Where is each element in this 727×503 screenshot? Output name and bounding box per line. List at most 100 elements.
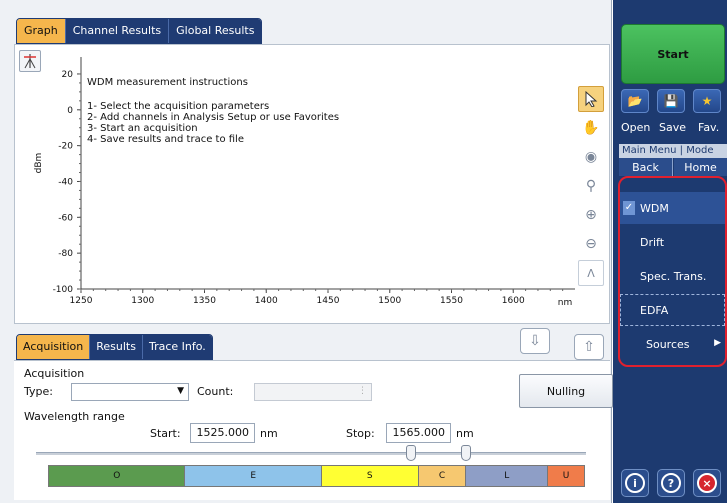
zoom-horizontal-icon: ◉ [584, 149, 598, 165]
count-label: Count: [197, 385, 234, 398]
x-tick-label: 1550 [440, 296, 463, 306]
nulling-button[interactable]: Nulling [519, 374, 613, 408]
exit-button[interactable]: × [693, 469, 721, 497]
zoom-in-button[interactable]: ⊕ [578, 202, 604, 228]
graph-panel: 20 0 -20 -40 -60 -80 -100 1250 1300 1350 1400 1450 1… [14, 44, 610, 324]
close-icon: × [697, 473, 717, 493]
spectrum-chart: 20 0 -20 -40 -60 -80 -1001250 1300 1350 1400 1450 1… [34, 57, 575, 308]
menu-item-wdm[interactable]: ✓ WDM [620, 192, 725, 224]
floppy-icon: 💾 [663, 94, 679, 108]
x-tick-label: 1400 [255, 296, 278, 306]
info-icon: i [625, 473, 645, 493]
stop-wavelength-input[interactable]: 1565.000 [386, 423, 451, 443]
x-tick-label: 1350 [193, 296, 216, 306]
y-axis-label: dBm [34, 153, 44, 174]
type-select[interactable]: ▼ [71, 383, 189, 401]
hand-icon: ✋ [582, 120, 600, 136]
instructions-title: WDM measurement instructions [87, 77, 248, 88]
back-button[interactable]: Back [619, 158, 673, 176]
menu-item-label: Drift [640, 235, 665, 249]
menu-item-label: Spec. Trans. [640, 269, 707, 283]
peak-icon: Λ [587, 266, 595, 280]
zoom-reset-button[interactable]: ⚲ [578, 173, 604, 199]
wavelength-range-label: Wavelength range [24, 410, 125, 423]
start-label: Start: [150, 427, 181, 440]
menu-item-spec-trans[interactable]: Spec. Trans. [620, 260, 725, 292]
arrow-down-icon: ⇩ [529, 333, 541, 349]
star-icon: ★ [701, 94, 713, 108]
menu-item-edfa[interactable]: EDFA [620, 294, 725, 326]
tab-global-results[interactable]: Global Results [169, 19, 262, 43]
marker-tool-button[interactable] [19, 50, 41, 72]
auto-scale-button[interactable]: Λ [578, 260, 604, 286]
chevron-right-icon: ▶ [714, 338, 721, 348]
y-tick-label: 20 [62, 70, 74, 80]
type-label: Type: [24, 385, 53, 398]
band-bar: OESCLU [48, 465, 585, 487]
side-panel: Start 📂 💾 ★ Open Save Fav. Main Menu | M… [613, 0, 727, 503]
x-tick-label: 1500 [378, 296, 401, 306]
x-tick-label: 1450 [317, 296, 340, 306]
count-field[interactable]: ⋮ [254, 383, 372, 401]
tab-trace-info[interactable]: Trace Info. [142, 335, 212, 359]
save-label: Save [659, 121, 687, 134]
tab-acquisition[interactable]: Acquisition [17, 335, 91, 359]
help-button[interactable]: ? [657, 469, 685, 497]
band-o: O [49, 466, 186, 486]
zoom-out-icon: ⊖ [585, 236, 597, 252]
stepper-icon: ⋮ [358, 386, 367, 396]
zoom-out-button[interactable]: ⊖ [578, 231, 604, 257]
magnifier-icon: ⚲ [585, 178, 597, 194]
cursor-arrow-icon [585, 91, 598, 107]
start-button[interactable]: Start [621, 24, 725, 84]
favorites-button[interactable]: ★ [693, 89, 721, 113]
folder-icon: 📂 [627, 94, 643, 108]
info-button[interactable]: i [621, 469, 649, 497]
instruction-line: 4- Save results and trace to file [87, 134, 244, 145]
chevron-down-icon: ▼ [177, 386, 184, 396]
band-s: S [321, 466, 419, 486]
antenna-icon [24, 54, 36, 69]
y-tick-label: -80 [58, 249, 73, 259]
menu-item-drift[interactable]: Drift [620, 226, 725, 258]
zoom-fit-button[interactable]: ◉ [578, 144, 604, 170]
y-tick-label: 0 [67, 106, 73, 116]
expand-panel-button[interactable]: ⇧ [574, 334, 604, 360]
instruction-line: 2- Add channels in Analysis Setup or use… [87, 112, 339, 123]
start-slider-handle[interactable] [406, 445, 416, 461]
start-unit: nm [260, 427, 278, 440]
x-tick-label: 1300 [131, 296, 154, 306]
settings-tabs: Acquisition Results Trace Info. [16, 334, 213, 360]
stop-unit: nm [456, 427, 474, 440]
graph-toolbar: ✋ ◉ ⚲ ⊕ ⊖ Λ [574, 44, 608, 289]
pan-tool-button[interactable]: ✋ [578, 115, 604, 141]
x-tick-label: 1250 [70, 296, 93, 306]
checkmark-icon: ✓ [623, 201, 635, 215]
home-button[interactable]: Home [674, 158, 727, 176]
y-tick-label: -60 [58, 213, 73, 223]
band-u: U [548, 466, 584, 486]
collapse-panel-button[interactable]: ⇩ [520, 328, 550, 354]
open-button[interactable]: 📂 [621, 89, 649, 113]
instruction-line: 3- Start an acquisition [87, 123, 198, 134]
view-tabs: Graph Channel Results Global Results [16, 18, 263, 44]
fav-label: Fav. [698, 121, 720, 134]
band-e: E [185, 466, 322, 486]
y-tick-label: -40 [58, 177, 73, 187]
tab-graph[interactable]: Graph [17, 19, 66, 43]
menu-item-sources[interactable]: Sources ▶ [620, 328, 725, 360]
save-button[interactable]: 💾 [657, 89, 685, 113]
tab-results[interactable]: Results [90, 335, 143, 359]
wavelength-slider-track[interactable] [36, 452, 586, 455]
instruction-line: 1- Select the acquisition parameters [87, 101, 269, 112]
acquisition-panel: Acquisition Type: ▼ Count: ⋮ Nulling Wav… [14, 360, 613, 500]
start-wavelength-input[interactable]: 1525.000 [190, 423, 255, 443]
zoom-in-icon: ⊕ [585, 207, 597, 223]
x-tick-label: 1600 [502, 296, 525, 306]
acquisition-section-label: Acquisition [24, 367, 85, 380]
tab-channel-results[interactable]: Channel Results [65, 19, 170, 43]
band-l: L [466, 466, 549, 486]
stop-slider-handle[interactable] [461, 445, 471, 461]
pointer-tool-button[interactable] [578, 86, 604, 112]
y-tick-label: -100 [53, 285, 74, 295]
